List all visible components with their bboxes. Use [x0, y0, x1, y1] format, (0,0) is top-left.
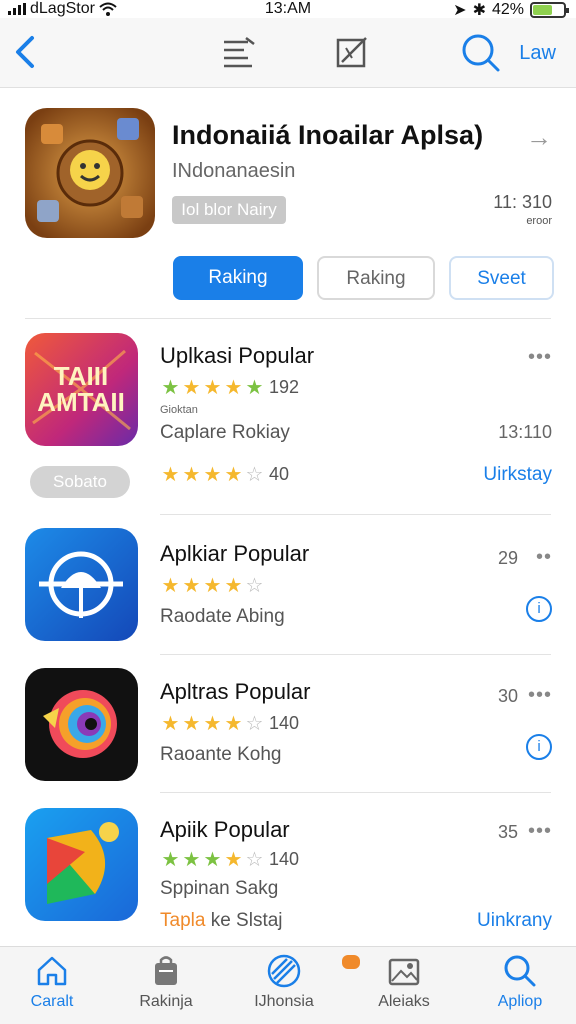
rating-count: 192 — [269, 377, 300, 397]
more-icon[interactable]: ••• — [528, 346, 552, 369]
rating-count: 140 — [269, 849, 300, 869]
raking-primary-button[interactable]: Raking — [173, 256, 303, 300]
rating-count: 140 — [269, 713, 300, 733]
bluetooth-icon: ✱ — [472, 2, 486, 19]
compass-icon — [267, 954, 301, 988]
info-icon[interactable]: i — [526, 596, 552, 622]
featured-meta: 11: 310 eroor — [493, 192, 552, 227]
app-subtitle: Raoante Kohg — [160, 744, 282, 765]
tab-label: Apliop — [497, 993, 543, 1010]
nav-bar: Law — [0, 18, 576, 88]
featured-section: Indonaiiá Inoailar Aplsa) → INdonanaesin… — [0, 88, 576, 318]
app-icon-uplkasi[interactable]: TAIII AMTAII — [25, 333, 138, 446]
rating-stars: ★ ★ ★ ★ ★ 192 — [161, 377, 300, 399]
rating-stars: ★ ★ ★ ★ ☆ 140 — [161, 713, 300, 735]
app-right-value: 30 — [497, 686, 518, 706]
app-subtitle-secondary: Tapla ke Slstaj — [160, 910, 283, 932]
app-name: Apiik Popular — [160, 817, 290, 842]
app-right-value: 29 — [497, 548, 518, 568]
tab-caralt[interactable]: Caralt — [2, 953, 102, 1011]
featured-title: Indonaiiá Inoailar Aplsa) — [172, 120, 484, 150]
battery-percent: 42% — [491, 1, 524, 18]
app-right-value: 13:110 — [498, 422, 552, 442]
tab-aleiaks[interactable]: Aleiaks — [354, 953, 454, 1011]
chevron-right-icon[interactable]: → — [526, 122, 552, 153]
tab-apliop[interactable]: Apliop — [470, 953, 570, 1011]
search-icon[interactable] — [460, 32, 502, 74]
app-icon-apltras[interactable] — [25, 668, 138, 781]
rating-count-secondary: 40 — [269, 464, 290, 484]
app-tiny-label: Gioktan — [160, 404, 198, 416]
tab-label: Caralt — [30, 993, 74, 1010]
more-icon[interactable]: ••• — [528, 684, 552, 707]
app-name: Aplkiar Popular — [160, 541, 310, 566]
list-edit-icon[interactable] — [218, 32, 258, 72]
status-bar: dLagStor 13:AM ➤ ✱ 42% — [0, 0, 576, 20]
rating-stars-secondary: ★ ★ ★ ★ ☆ 40 — [161, 464, 290, 486]
tab-label: Aleiaks — [378, 993, 430, 1010]
featured-meta-value: 11: 310 — [493, 192, 552, 212]
home-icon — [37, 956, 67, 986]
image-icon — [388, 958, 420, 986]
bag-icon — [155, 956, 177, 985]
app-link[interactable]: Uirkstay — [483, 464, 552, 486]
tab-label: IJhonsia — [254, 993, 314, 1010]
svg-text:AMTAII: AMTAII — [37, 387, 125, 417]
tab-rakinja[interactable]: Rakinja — [116, 953, 216, 1011]
nav-right-link[interactable]: Law — [519, 42, 556, 65]
list-item[interactable]: Apiik Popular ★ ★ ★ ★ ☆ 140 Sppinan Sakg Tap… — [0, 792, 576, 946]
compose-icon[interactable] — [332, 32, 372, 72]
tab-bar: Caralt Rakinja IJhonsia Aleiaks Apliop — [0, 946, 576, 1024]
app-name: Apltras Popular — [160, 679, 311, 704]
tab-ijhonsia[interactable]: IJhonsia — [234, 953, 360, 1011]
more-icon[interactable]: •• — [536, 546, 552, 569]
info-icon[interactable]: i — [526, 734, 552, 760]
app-icon-apiik[interactable] — [25, 808, 138, 921]
featured-subtitle: INdonanaesin — [172, 160, 296, 182]
featured-meta-small: eroor — [526, 215, 552, 227]
battery-icon — [530, 2, 569, 18]
orange-text: Tapla — [160, 910, 206, 931]
app-right-value: 35 — [497, 822, 518, 842]
status-right: ➤ ✱ 42% — [453, 0, 569, 20]
app-link[interactable]: Uinkrany — [477, 910, 552, 932]
more-icon[interactable]: ••• — [528, 820, 552, 843]
location-icon: ➤ — [453, 2, 467, 19]
featured-app-icon[interactable] — [25, 108, 155, 238]
rating-stars: ★ ★ ★ ★ ☆ — [161, 575, 264, 597]
back-chevron-icon[interactable] — [10, 32, 40, 72]
tab-label: Rakinja — [139, 993, 193, 1010]
search-icon — [504, 955, 536, 987]
list-item[interactable]: Apltras Popular ★ ★ ★ ★ ☆ 140 Raoante Kohg 3… — [0, 654, 576, 792]
list-item[interactable]: Aplkiar Popular ★ ★ ★ ★ ☆ Raodate Abing 29 •… — [0, 514, 576, 654]
raking-secondary-button[interactable]: Raking — [317, 256, 435, 300]
subtitle-rest: ke Slstaj — [205, 910, 283, 931]
app-subtitle: Sppinan Sakg — [160, 878, 279, 899]
app-subtitle: Raodate Abing — [160, 606, 285, 627]
featured-tag: Iol blor Nairy — [172, 196, 286, 224]
app-name: Uplkasi Popular — [160, 343, 315, 368]
list-item[interactable]: TAIII AMTAII Uplkasi Popular ★ ★ ★ ★ ★ 192 G… — [0, 318, 576, 514]
sveet-button[interactable]: Sveet — [449, 256, 554, 300]
app-icon-aplkiar[interactable] — [25, 528, 138, 641]
app-pill-button[interactable]: Sobato — [30, 466, 130, 498]
app-subtitle: Caplare Rokiay — [160, 422, 290, 443]
rating-stars: ★ ★ ★ ★ ☆ 140 — [161, 849, 300, 871]
